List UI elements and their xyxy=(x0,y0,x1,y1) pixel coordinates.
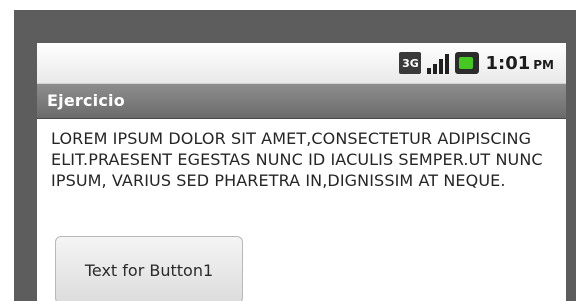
status-clock: 1:01 PM xyxy=(485,53,554,74)
clock-ampm: PM xyxy=(533,57,554,72)
clock-time: 1:01 xyxy=(485,52,531,74)
battery-icon xyxy=(455,52,480,74)
phone-screen: 3G 1:01 PM Ejercicio LOREM IPSUM DOLOR SI… xyxy=(37,43,566,301)
signal-icon xyxy=(427,52,450,74)
status-icons: 3G 1:01 PM xyxy=(399,51,554,75)
3g-icon: 3G xyxy=(399,52,422,74)
app-title: Ejercicio xyxy=(47,91,125,110)
body-text: LOREM IPSUM DOLOR SIT AMET,CONSECTETUR A… xyxy=(51,129,543,190)
content-area: LOREM IPSUM DOLOR SIT AMET,CONSECTETUR A… xyxy=(37,119,566,301)
button1[interactable]: Text for Button1 xyxy=(55,236,243,301)
status-bar: 3G 1:01 PM xyxy=(37,43,566,84)
title-bar: Ejercicio xyxy=(37,84,566,119)
